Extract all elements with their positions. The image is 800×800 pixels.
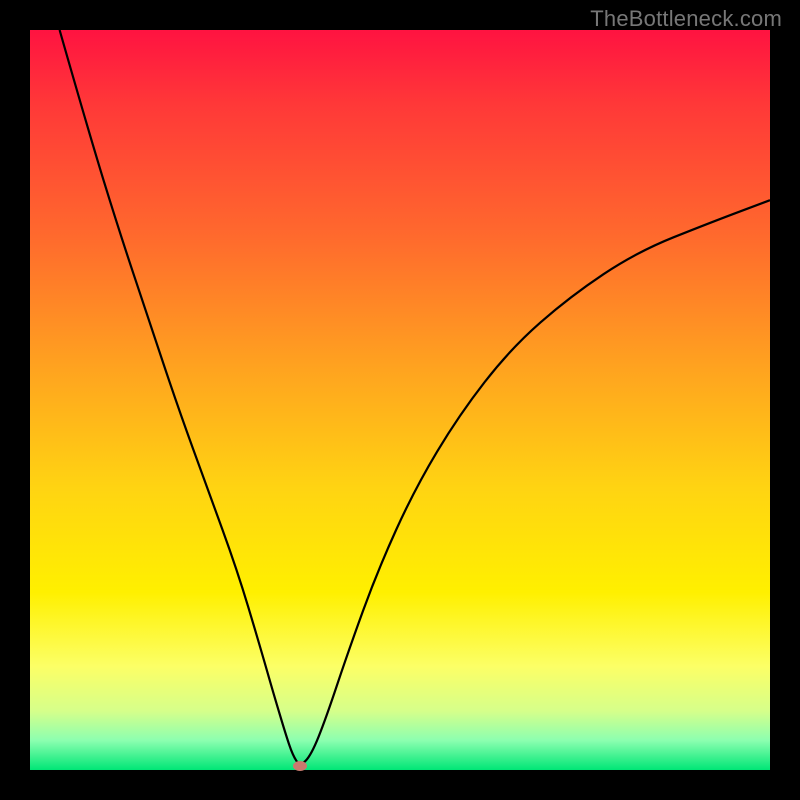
plot-area — [30, 30, 770, 770]
optimum-marker — [293, 761, 307, 771]
bottleneck-curve-path — [60, 30, 770, 764]
curve-svg — [30, 30, 770, 770]
watermark-text: TheBottleneck.com — [590, 6, 782, 32]
chart-frame: TheBottleneck.com — [0, 0, 800, 800]
